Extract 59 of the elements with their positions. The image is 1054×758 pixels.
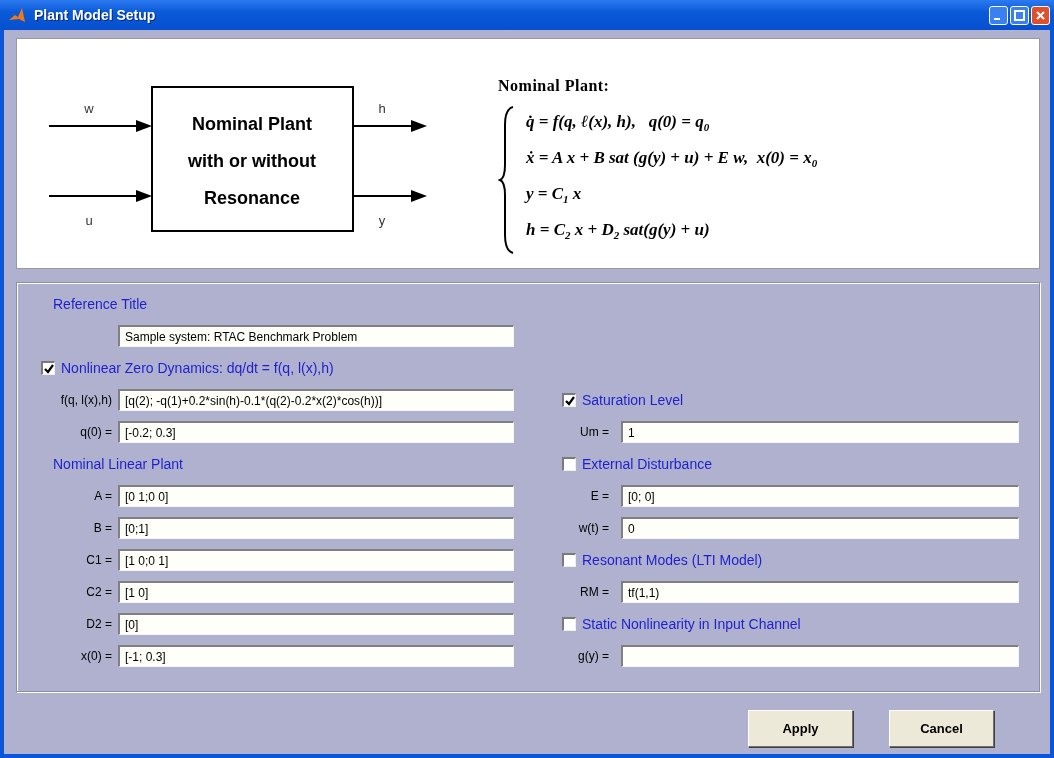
input-field[interactable]: 1 [621, 421, 1019, 443]
maximize-button[interactable] [1010, 5, 1029, 25]
app-icon [8, 6, 26, 24]
field-label: x(0) = [81, 649, 112, 663]
window-title: Plant Model Setup [34, 7, 157, 23]
checkbox[interactable] [562, 553, 576, 567]
input-field[interactable]: [0] [118, 613, 514, 635]
checkbox-label: Nonlinear Zero Dynamics: dq/dt = f(q, l(x),h) [61, 360, 334, 376]
checkbox[interactable] [562, 617, 576, 631]
signal-label: w [84, 101, 94, 116]
checkbox-label: External Disturbance [582, 456, 712, 472]
input-field[interactable]: [-0.2; 0.3] [118, 421, 514, 443]
input-field[interactable]: [q(2); -q(1)+0.2*sin(h)-0.1*(q(2)-0.2*x(2)*cos(h))] [118, 389, 514, 411]
checkbox[interactable] [41, 361, 55, 375]
equation: y = C$_{1}$ x [526, 183, 582, 208]
equation: q̇ = f(q, ℓ(x), h), q(0) = q$_{0}$ [526, 111, 710, 136]
maximize-icon [1014, 9, 1025, 21]
field-label: g(y) = [578, 649, 609, 663]
checkbox-label: Resonant Modes (LTI Model) [582, 552, 763, 568]
checkbox[interactable] [562, 457, 576, 471]
input-field[interactable]: Sample system: RTAC Benchmark Problem [118, 325, 514, 347]
equation: h = C$_{2}$ x + D$_{2}$ sat(g(y) + u) [526, 219, 710, 244]
field-label: RM = [580, 585, 609, 599]
checkbox-label: Saturation Level [582, 392, 684, 408]
input-field[interactable]: [0 1;0 0] [118, 485, 514, 507]
minimize-icon [993, 18, 1000, 20]
input-field[interactable] [621, 645, 1019, 667]
input-field[interactable]: [1 0;0 1] [118, 549, 514, 571]
input-field[interactable]: [-1; 0.3] [118, 645, 514, 667]
block-label: Nominal Plant with or without Resonance [188, 114, 316, 208]
section-heading: Reference Title [53, 296, 148, 312]
close-icon [1035, 9, 1046, 21]
section-heading: Nominal Linear Plant [53, 456, 183, 472]
equations-title: Nominal Plant: [498, 77, 610, 95]
input-field[interactable]: tf(1,1) [621, 581, 1019, 603]
close-button[interactable] [1031, 5, 1050, 25]
input-field[interactable]: [1 0] [118, 581, 514, 603]
field-label: C1 = [86, 553, 112, 567]
field-label: A = [94, 489, 112, 503]
dialog-button[interactable]: Apply [748, 710, 853, 747]
field-label: w(t) = [578, 521, 609, 535]
field-label: Um = [580, 425, 609, 439]
signal-label: u [85, 213, 93, 228]
checkbox-label: Static Nonlinearity in Input Channel [582, 616, 801, 632]
signal-label: y [378, 213, 386, 228]
input-field[interactable]: 0 [621, 517, 1019, 539]
field-label: q(0) = [80, 425, 112, 439]
input-field[interactable]: [0; 0] [621, 485, 1019, 507]
signal-label: h [378, 101, 386, 116]
input-field[interactable]: [0;1] [118, 517, 514, 539]
field-label: C2 = [86, 585, 112, 599]
dialog-button[interactable]: Cancel [889, 710, 994, 747]
checkbox[interactable] [562, 393, 576, 407]
field-label: B = [93, 521, 112, 535]
field-label: E = [590, 489, 609, 503]
field-label: f(q, l(x),h) [60, 393, 112, 407]
equation: ẋ = A x + B sat (g(y) + u) + E w, x(0) = x$_{0}$ [526, 147, 818, 172]
field-label: D2 = [86, 617, 112, 631]
minimize-button[interactable] [989, 5, 1008, 25]
